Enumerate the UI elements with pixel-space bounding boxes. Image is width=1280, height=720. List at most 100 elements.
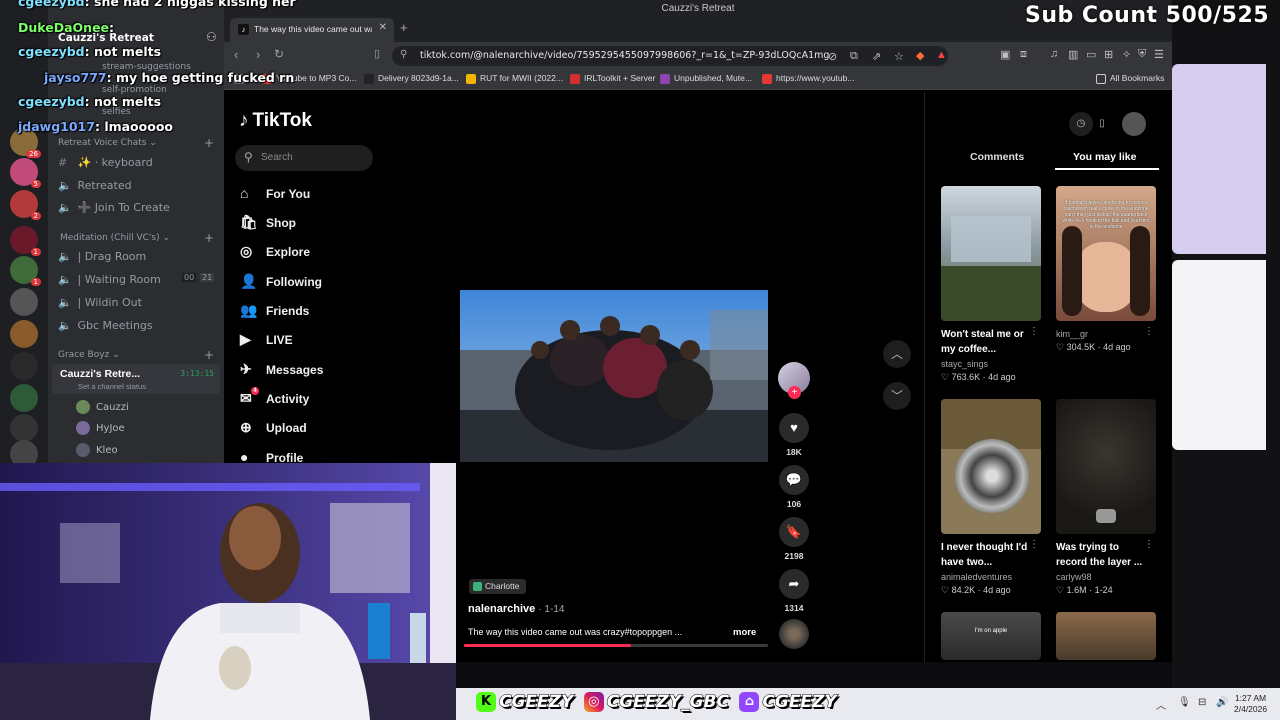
recommended-video[interactable]: Won't steal me or my coffee... stayc_sin… [941, 186, 1043, 383]
wallet-icon[interactable]: ▣ [1000, 48, 1010, 61]
next-video-button[interactable]: ﹀ [883, 382, 911, 410]
voice-channel-item[interactable]: 🔈 | Waiting Room 00 21 [58, 273, 215, 286]
comment-icon[interactable]: 💬 [779, 465, 809, 495]
more-options-icon[interactable]: ⋮ [1029, 326, 1039, 337]
server-icon[interactable]: 1 [10, 226, 41, 256]
music-disc-icon[interactable] [779, 619, 809, 649]
more-options-icon[interactable]: ⋮ [1144, 326, 1154, 337]
more-options-icon[interactable]: ⋮ [1029, 539, 1039, 550]
nav-item-following[interactable]: 👤 Following [240, 273, 322, 293]
tab-comments[interactable]: Comments [970, 151, 1024, 163]
channel-status[interactable]: Set a channel status [78, 382, 146, 391]
nav-item-upload[interactable]: ⊕ Upload [240, 419, 307, 439]
server-icon[interactable]: 2 [10, 190, 41, 220]
close-tab-icon[interactable]: ✕ [379, 22, 387, 33]
sidebar-icon[interactable]: ▭ [1086, 48, 1096, 61]
nav-item-activity[interactable]: ✉ 4 Activity [240, 387, 309, 410]
show-hidden-icons[interactable]: ︿ [1156, 697, 1166, 712]
bookmark-item[interactable]: IRLToolkit + Server [570, 73, 655, 84]
voice-channel-item[interactable]: 🔈 Gbc Meetings [58, 319, 153, 332]
video-author[interactable]: kim__gr [1056, 329, 1158, 339]
add-channel-icon[interactable]: + [204, 348, 214, 362]
video-progress-bar[interactable] [464, 644, 768, 647]
recommended-video[interactable]: Was trying to record the layer ... carly… [1056, 399, 1158, 596]
server-icon[interactable] [10, 352, 38, 380]
device-icon[interactable]: ▯ [1090, 112, 1114, 136]
leo-icon[interactable]: ✧ [1122, 48, 1131, 61]
video-author[interactable]: nalenarchive · 1-14 [468, 603, 564, 615]
follow-plus-icon[interactable]: + [788, 386, 801, 399]
nav-item-live[interactable]: ▶ LIVE [240, 331, 293, 351]
video-author[interactable]: carlyw98 [1056, 572, 1158, 582]
server-icon[interactable]: 5 [10, 158, 41, 188]
recommended-video[interactable]: If football players are trying to score … [1056, 186, 1158, 353]
extensions-icon[interactable]: ⧈ [1020, 48, 1027, 61]
location-tag[interactable]: Charlotte [469, 579, 526, 594]
tab-you-may-like[interactable]: You may like [1073, 151, 1136, 163]
no-tracking-icon[interactable]: ⊘ [828, 50, 837, 63]
volume-icon[interactable]: 🔊 [1216, 697, 1228, 708]
music-icon[interactable]: ♫ [1050, 48, 1058, 60]
share-icon[interactable]: ⇗ [872, 50, 881, 63]
server-icon[interactable] [10, 288, 38, 316]
address-bar[interactable]: ⚲ tiktok.com/@nalenarchive/video/7595295… [392, 46, 948, 66]
like-action[interactable]: ♥ 18K [776, 413, 812, 457]
creator-avatar[interactable]: + [778, 362, 810, 399]
video-player[interactable] [460, 290, 768, 462]
share-arrow-icon[interactable]: ➦ [779, 569, 809, 599]
voice-channel-item[interactable]: 🔈 | Wildin Out [58, 296, 142, 309]
bookmark-item[interactable]: https://www.youtub... [762, 73, 854, 84]
author-name[interactable]: nalenarchive [468, 603, 535, 615]
screenshot-icon[interactable]: ⧉ [850, 50, 858, 63]
brave-shield-icon[interactable]: ◆ [916, 49, 924, 62]
nav-item-messages[interactable]: ✈ Messages [240, 361, 323, 381]
channel-category[interactable]: Meditation (Chill VC's) ⌄ + [60, 231, 214, 245]
bookmark-item[interactable]: Unpublished, Mute... [660, 73, 752, 84]
video-author[interactable]: stayc_sings [941, 359, 1043, 369]
search-input[interactable]: ⚲ Search [235, 145, 373, 171]
voice-channel-item[interactable]: 🔈 | Drag Room [58, 250, 146, 263]
channel-item[interactable]: # ✨ · keyboard [58, 156, 153, 169]
nav-item-explore[interactable]: ◎ Explore [240, 243, 310, 263]
voice-user[interactable]: HyJoe [76, 421, 125, 435]
nav-item-friends[interactable]: 👥 Friends [240, 302, 309, 322]
save-action[interactable]: 🔖 2198 [776, 517, 812, 561]
recommended-video[interactable]: I'm on apple [941, 612, 1043, 660]
active-voice-channel[interactable]: Cauzzi's Retre... 3:13:15 Set a channel … [52, 364, 220, 394]
server-icon[interactable]: 1 [10, 256, 41, 286]
site-info-icon[interactable]: ⚲ [400, 49, 407, 60]
comment-action[interactable]: 💬 106 [776, 465, 812, 509]
taskbar-clock[interactable]: 1:27 AM 2/4/2026 [1234, 693, 1267, 715]
vpn-icon[interactable]: ⛨ [1138, 48, 1146, 61]
previous-video-button[interactable]: ︿ [883, 340, 911, 368]
bookmark-item[interactable]: RUT for MWII (2022... [466, 73, 563, 84]
rewards-icon[interactable]: ▲ [936, 49, 947, 61]
add-channel-icon[interactable]: + [204, 231, 214, 245]
bookmark-icon[interactable]: 🔖 [779, 517, 809, 547]
heart-icon[interactable]: ♥ [779, 413, 809, 443]
video-author[interactable]: animaledventures [941, 572, 1043, 582]
more-options-icon[interactable]: ⋮ [1144, 539, 1154, 550]
nav-item-for-you[interactable]: ⌂ For You [240, 185, 310, 205]
server-icon[interactable] [10, 414, 38, 442]
wallet-alt-icon[interactable]: ⊞ [1104, 48, 1113, 61]
channel-category[interactable]: Grace Boyz ⌄ + [58, 348, 214, 362]
voice-channel-item[interactable]: 🔈 ➕ Join To Create [58, 201, 170, 214]
voice-channel-item[interactable]: 🔈 Retreated [58, 179, 132, 192]
menu-icon[interactable]: ☰ [1154, 48, 1164, 61]
library-icon[interactable]: ▥ [1068, 48, 1078, 61]
star-icon[interactable]: ☆ [894, 50, 904, 63]
network-icon[interactable]: ⊟ [1198, 697, 1206, 708]
microphone-icon[interactable]: 🎙 [1178, 697, 1191, 708]
nav-item-shop[interactable]: 🛍 Shop [240, 214, 296, 234]
more-button[interactable]: more [733, 627, 756, 638]
profile-avatar[interactable] [1122, 112, 1146, 136]
server-icon[interactable] [10, 320, 38, 348]
voice-user[interactable]: Kleo [76, 443, 118, 457]
recommended-video[interactable] [1056, 612, 1158, 660]
bookmark-icon[interactable]: ▯ [374, 47, 380, 60]
server-icon[interactable] [10, 384, 38, 412]
bookmark-item[interactable]: Delivery 8023d9-1a... [364, 73, 459, 84]
new-tab-button[interactable]: + [400, 20, 408, 35]
share-action[interactable]: ➦ 1314 [776, 569, 812, 613]
